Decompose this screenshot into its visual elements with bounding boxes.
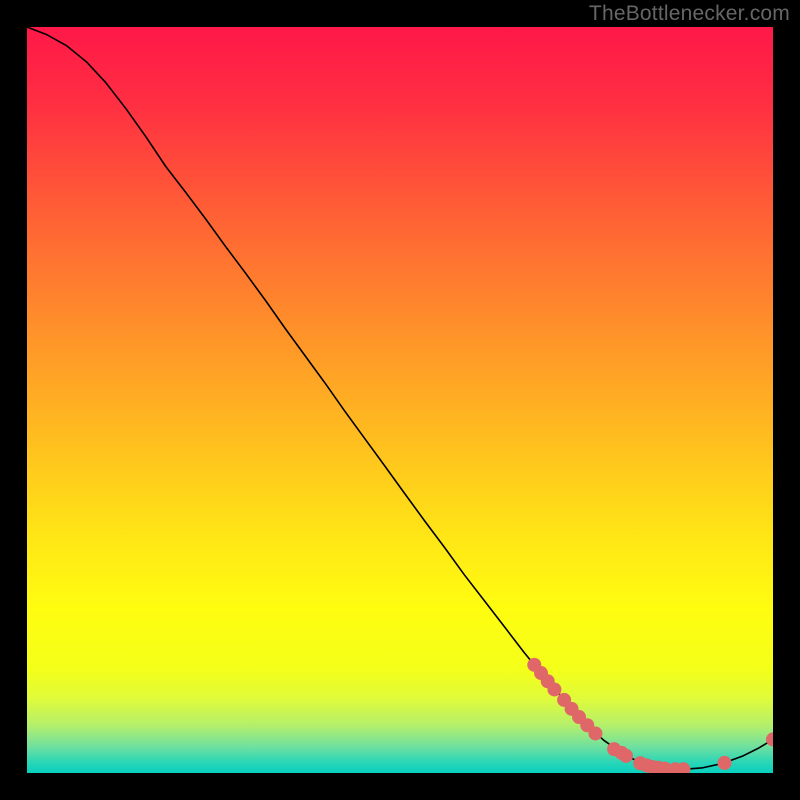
gradient-background	[27, 27, 773, 773]
watermark-text: TheBottlenecker.com	[589, 2, 790, 26]
data-marker	[547, 682, 561, 696]
data-marker	[718, 756, 732, 770]
data-marker	[588, 726, 602, 740]
plot-area	[27, 27, 773, 773]
data-marker	[619, 749, 633, 763]
chart-svg	[27, 27, 773, 773]
chart-stage: TheBottlenecker.com	[0, 0, 800, 800]
